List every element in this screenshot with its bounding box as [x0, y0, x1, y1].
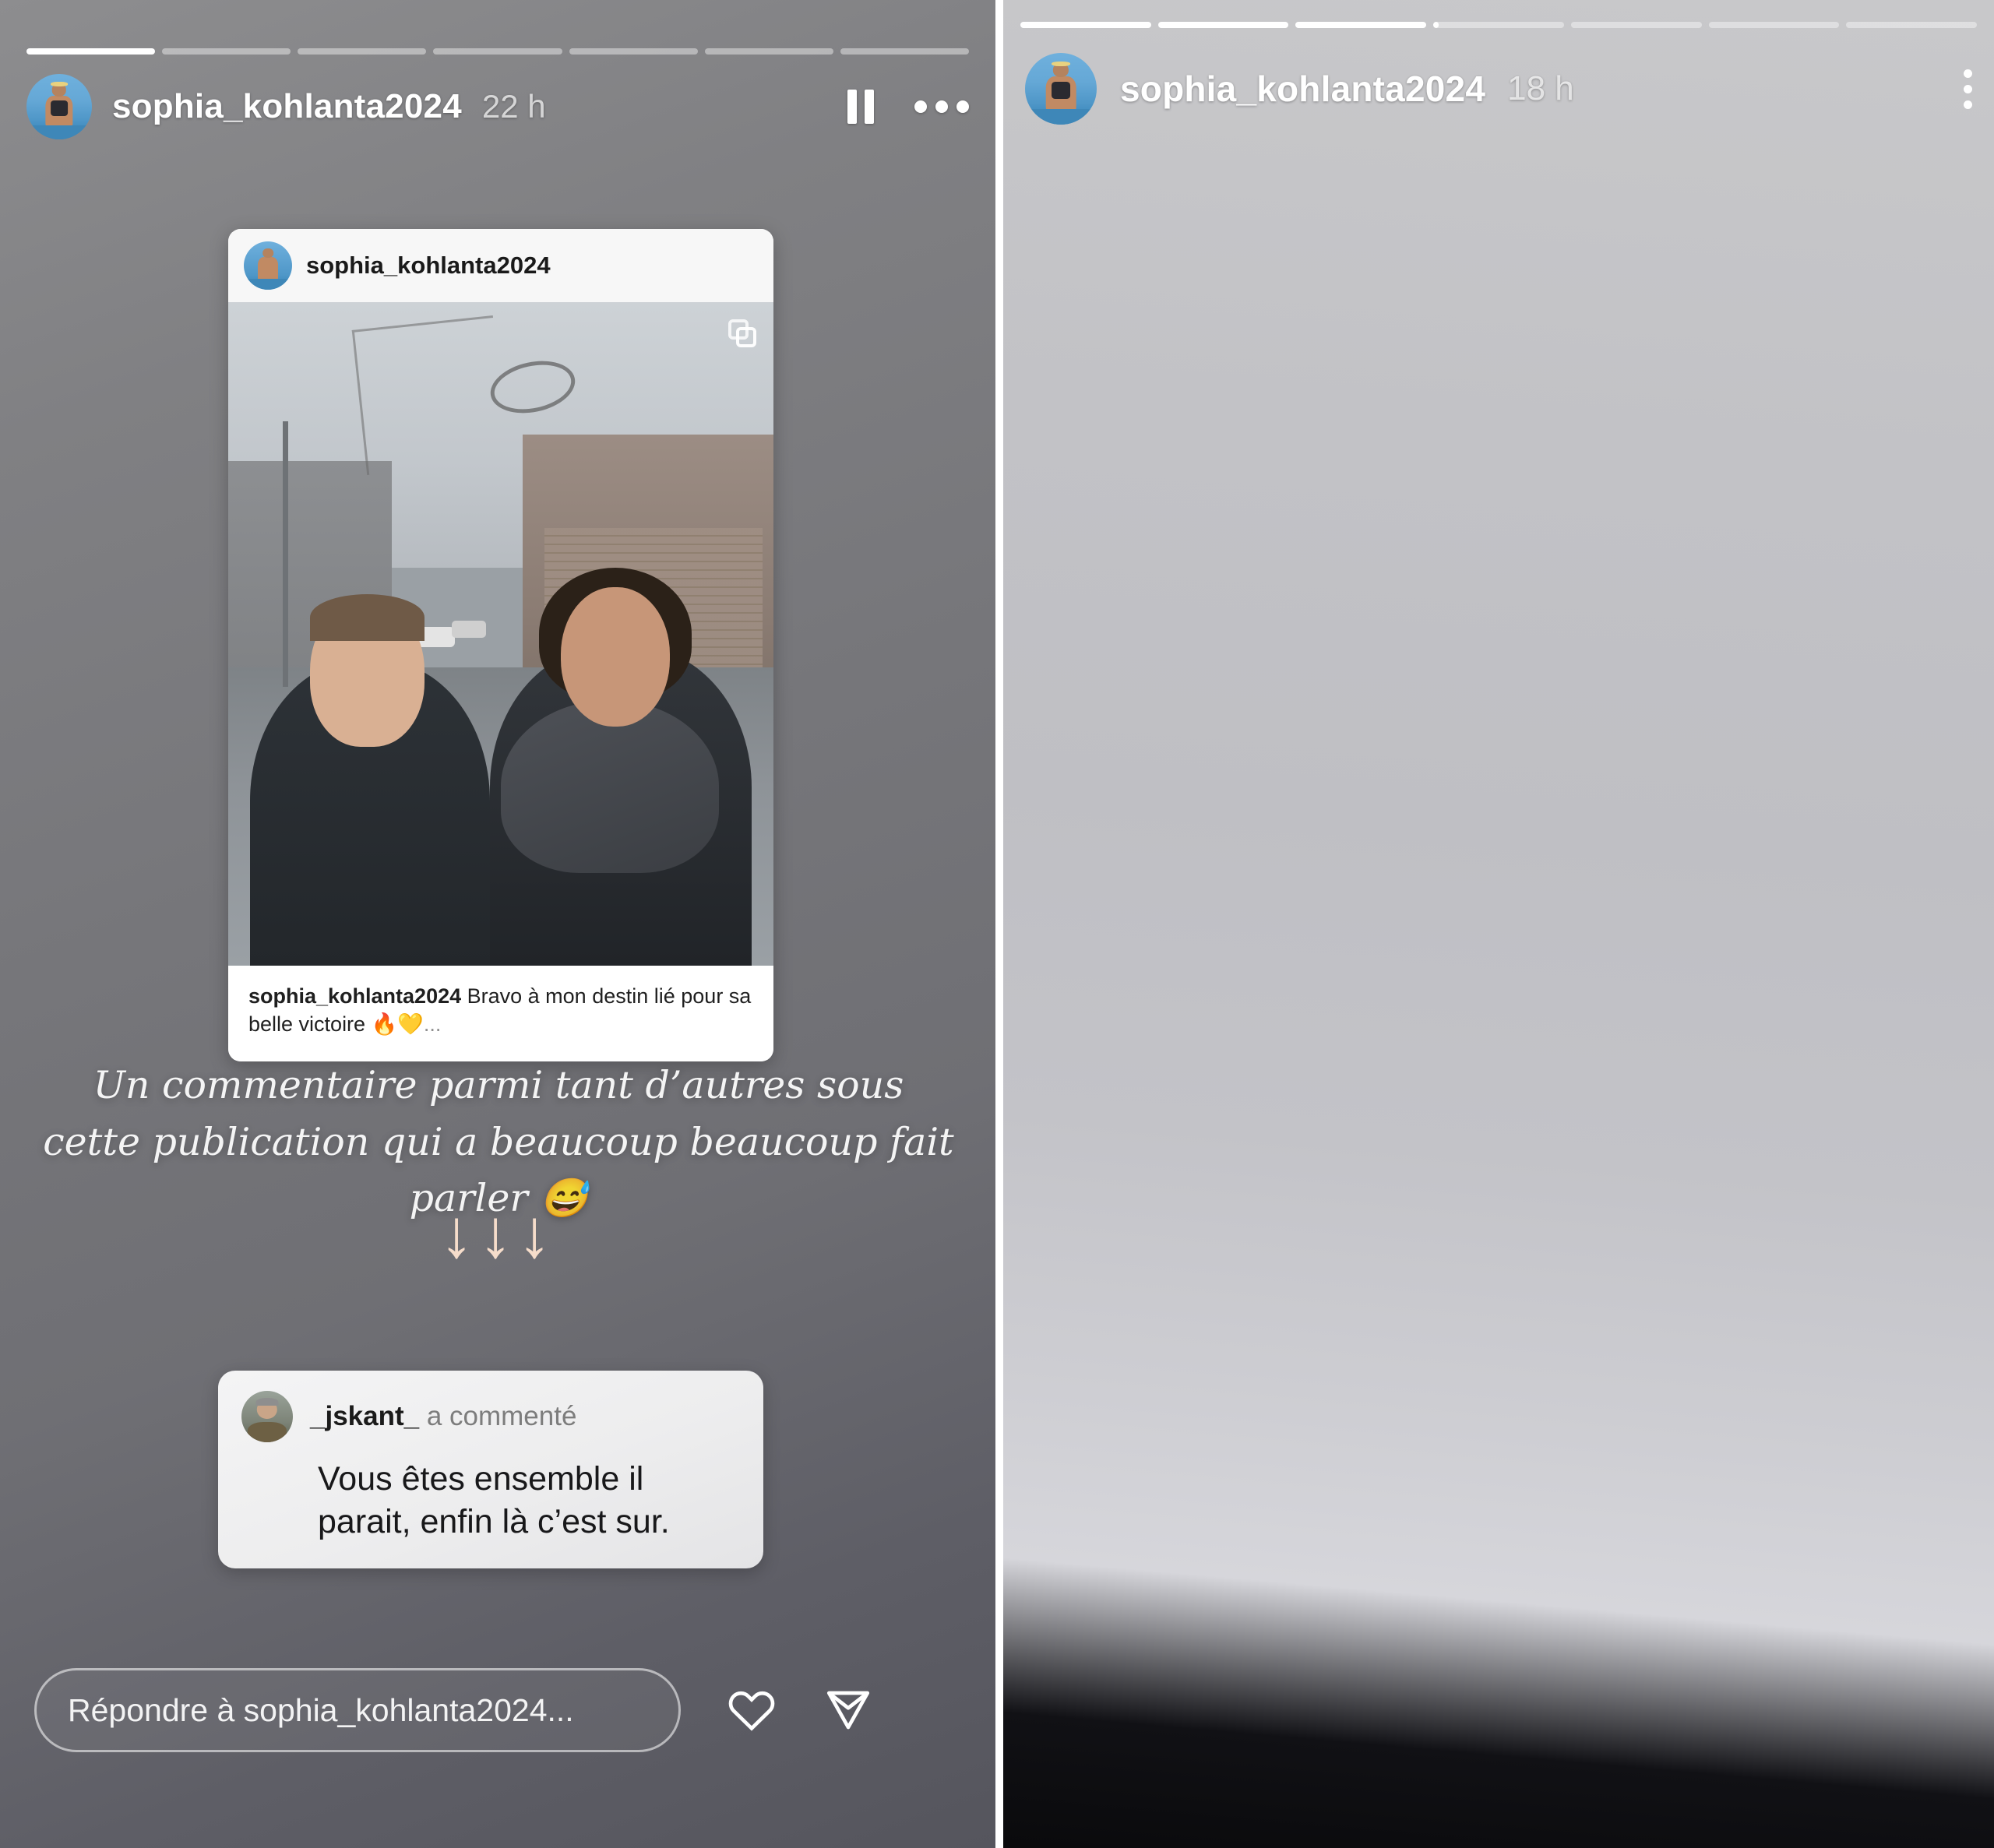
comment-action: a commenté [419, 1401, 577, 1431]
story-username[interactable]: sophia_kohlanta2024 [112, 87, 462, 126]
embedded-post-caption: sophia_kohlanta2024 Bravo à mon destin l… [228, 966, 773, 1062]
embedded-post-card[interactable]: sophia_kohlanta2024 sophia_kohlanta2024 … [228, 229, 773, 1062]
heart-icon[interactable] [726, 1684, 777, 1736]
progress-segment[interactable] [840, 48, 969, 55]
more-options-vertical-icon[interactable] [1964, 69, 1972, 109]
progress-segment[interactable] [704, 48, 833, 55]
dual-story-screenshot: sophia_kohlanta2024 22 h sophia_kohlanta… [0, 0, 1994, 1848]
progress-segment[interactable] [569, 48, 698, 55]
progress-segment[interactable] [1295, 22, 1427, 28]
progress-segment[interactable] [298, 48, 427, 55]
comment-card[interactable]: _jskant_ a commenté Vous êtes ensemble i… [218, 1371, 763, 1569]
avatar [241, 1391, 293, 1442]
embedded-post-username[interactable]: sophia_kohlanta2024 [306, 252, 551, 280]
avatar[interactable] [26, 74, 92, 139]
right-story-background [1003, 0, 1994, 1848]
progress-segment[interactable] [1570, 22, 1702, 28]
right-story-panel: sophia_kohlanta2024 18 h Les 50% : j’y c… [1003, 0, 1994, 1848]
left-progress-bar [0, 48, 995, 55]
avatar[interactable] [1025, 53, 1097, 125]
embedded-post-photo [228, 302, 773, 966]
progress-segment[interactable] [26, 48, 156, 55]
comment-text: Vous êtes ensemble il parait, enfin là c… [318, 1460, 670, 1541]
pause-icon[interactable] [847, 90, 874, 124]
progress-segment[interactable] [1433, 22, 1564, 28]
left-reply-bar: Répondre à sophia_kohlanta2024... [34, 1668, 969, 1753]
right-story-header: sophia_kohlanta2024 18 h [1003, 53, 1994, 125]
embedded-post-header: sophia_kohlanta2024 [228, 229, 773, 302]
story-timestamp: 22 h [481, 88, 546, 125]
progress-segment[interactable] [1157, 22, 1289, 28]
left-story-panel: sophia_kohlanta2024 22 h sophia_kohlanta… [0, 0, 995, 1848]
right-progress-bar [1003, 22, 1994, 28]
comment-author-line: _jskant_ a commenté [310, 1401, 576, 1432]
avatar [244, 241, 292, 290]
progress-segment[interactable] [1020, 22, 1151, 28]
panel-divider [995, 0, 1003, 1848]
left-story-header: sophia_kohlanta2024 22 h [0, 74, 995, 139]
carousel-icon [728, 319, 756, 347]
caption-author: sophia_kohlanta2024 [248, 984, 462, 1008]
progress-segment[interactable] [1846, 22, 1978, 28]
reply-input[interactable]: Répondre à sophia_kohlanta2024... [34, 1668, 681, 1753]
comment-author: _jskant_ [310, 1401, 420, 1431]
story-username[interactable]: sophia_kohlanta2024 [1120, 68, 1485, 110]
story-timestamp: 18 h [1507, 69, 1574, 107]
progress-segment[interactable] [162, 48, 291, 55]
down-arrows-icon: ↓↓↓ [439, 1195, 556, 1272]
send-icon[interactable] [823, 1684, 874, 1736]
caption-more[interactable]: ... [424, 1012, 442, 1036]
progress-segment[interactable] [433, 48, 562, 55]
more-options-icon[interactable] [914, 100, 969, 113]
comment-header: _jskant_ a commenté [241, 1391, 740, 1442]
progress-segment[interactable] [1708, 22, 1840, 28]
